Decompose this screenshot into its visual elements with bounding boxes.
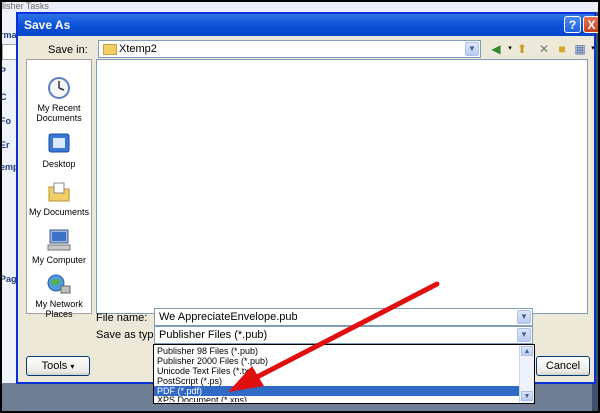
scroll-down-icon[interactable]: ▼ bbox=[521, 391, 533, 401]
taskpane-label: Er bbox=[0, 140, 10, 150]
folder-icon bbox=[103, 44, 117, 55]
cancel-button[interactable]: Cancel bbox=[536, 356, 590, 376]
place-label: My Recent Documents bbox=[36, 103, 82, 123]
place-label: Desktop bbox=[42, 159, 76, 169]
save-in-combo[interactable]: Xtemp2 ▼ bbox=[98, 40, 481, 58]
tools-button-label: Tools bbox=[41, 360, 68, 372]
dropdown-option[interactable]: XPS Document (*.xps) bbox=[154, 396, 519, 402]
chevron-down-icon[interactable]: ▼ bbox=[517, 328, 531, 342]
place-my-computer[interactable]: My Computer bbox=[27, 228, 91, 265]
place-recent-documents[interactable]: My Recent Documents bbox=[27, 76, 91, 123]
close-button[interactable]: X bbox=[583, 16, 600, 33]
place-label: My Documents bbox=[28, 207, 90, 217]
tools-button[interactable]: Tools ▾ bbox=[26, 356, 90, 376]
desktop-icon bbox=[46, 132, 72, 156]
dropdown-option[interactable]: Unicode Text Files (*.txt) bbox=[154, 366, 519, 376]
dropdown-option[interactable]: PostScript (*.ps) bbox=[154, 376, 519, 386]
save-as-type-dropdown: Publisher 98 Files (*.pub) Publisher 200… bbox=[153, 344, 535, 404]
dialog-title: Save As bbox=[24, 18, 71, 32]
network-places-icon bbox=[46, 272, 72, 296]
chevron-down-icon: ▾ bbox=[70, 362, 75, 371]
dropdown-scrollbar[interactable]: ▲ ▼ bbox=[519, 345, 534, 403]
recent-documents-icon bbox=[46, 76, 72, 100]
new-folder-icon[interactable]: ■ bbox=[554, 41, 570, 57]
title-bar[interactable]: Save As ? X bbox=[18, 14, 600, 36]
taskpane-label: Fo bbox=[0, 116, 11, 126]
my-documents-icon bbox=[46, 180, 72, 204]
file-name-input[interactable]: We AppreciateEnvelope.pub ▼ bbox=[154, 308, 533, 326]
place-label: My Network Places bbox=[35, 299, 83, 319]
my-computer-icon bbox=[46, 228, 72, 252]
file-name-value: We AppreciateEnvelope.pub bbox=[159, 311, 298, 323]
file-list[interactable] bbox=[96, 59, 588, 314]
views-dropdown-icon[interactable]: ▾ bbox=[585, 41, 600, 57]
chevron-down-icon[interactable]: ▼ bbox=[517, 310, 531, 324]
save-as-type-value: Publisher Files (*.pub) bbox=[159, 329, 268, 341]
place-my-documents[interactable]: My Documents bbox=[27, 180, 91, 217]
help-button[interactable]: ? bbox=[564, 16, 581, 33]
taskpane-label: C bbox=[0, 92, 7, 102]
taskpane-label: P bbox=[0, 66, 7, 76]
save-as-type-select[interactable]: Publisher Files (*.pub) ▼ bbox=[154, 326, 533, 344]
save-as-dialog: Save As ? X Save in: Xtemp2 ▼ ◀ ▾ ⬆ ✕ ■ … bbox=[16, 12, 600, 404]
scroll-up-icon[interactable]: ▲ bbox=[521, 346, 533, 356]
save-as-type-label: Save as type: bbox=[96, 329, 163, 341]
dropdown-option[interactable]: Publisher 98 Files (*.pub) bbox=[154, 346, 519, 356]
place-network-places[interactable]: My Network Places bbox=[27, 272, 91, 319]
delete-icon[interactable]: ✕ bbox=[536, 41, 552, 57]
dropdown-option-selected[interactable]: PDF (*.pdf) bbox=[154, 386, 519, 396]
taskpane-title: lisher Tasks bbox=[2, 1, 49, 11]
chevron-down-icon[interactable]: ▼ bbox=[465, 42, 479, 56]
places-bar: My Recent Documents Desktop My Documents… bbox=[26, 59, 92, 319]
place-desktop[interactable]: Desktop bbox=[27, 132, 91, 169]
place-label: My Computer bbox=[31, 255, 86, 265]
save-in-label: Save in: bbox=[48, 44, 88, 56]
file-name-label: File name: bbox=[96, 312, 148, 324]
save-in-value: Xtemp2 bbox=[119, 43, 157, 55]
up-folder-icon[interactable]: ⬆ bbox=[514, 41, 530, 57]
dropdown-option[interactable]: Publisher 2000 Files (*.pub) bbox=[154, 356, 519, 366]
